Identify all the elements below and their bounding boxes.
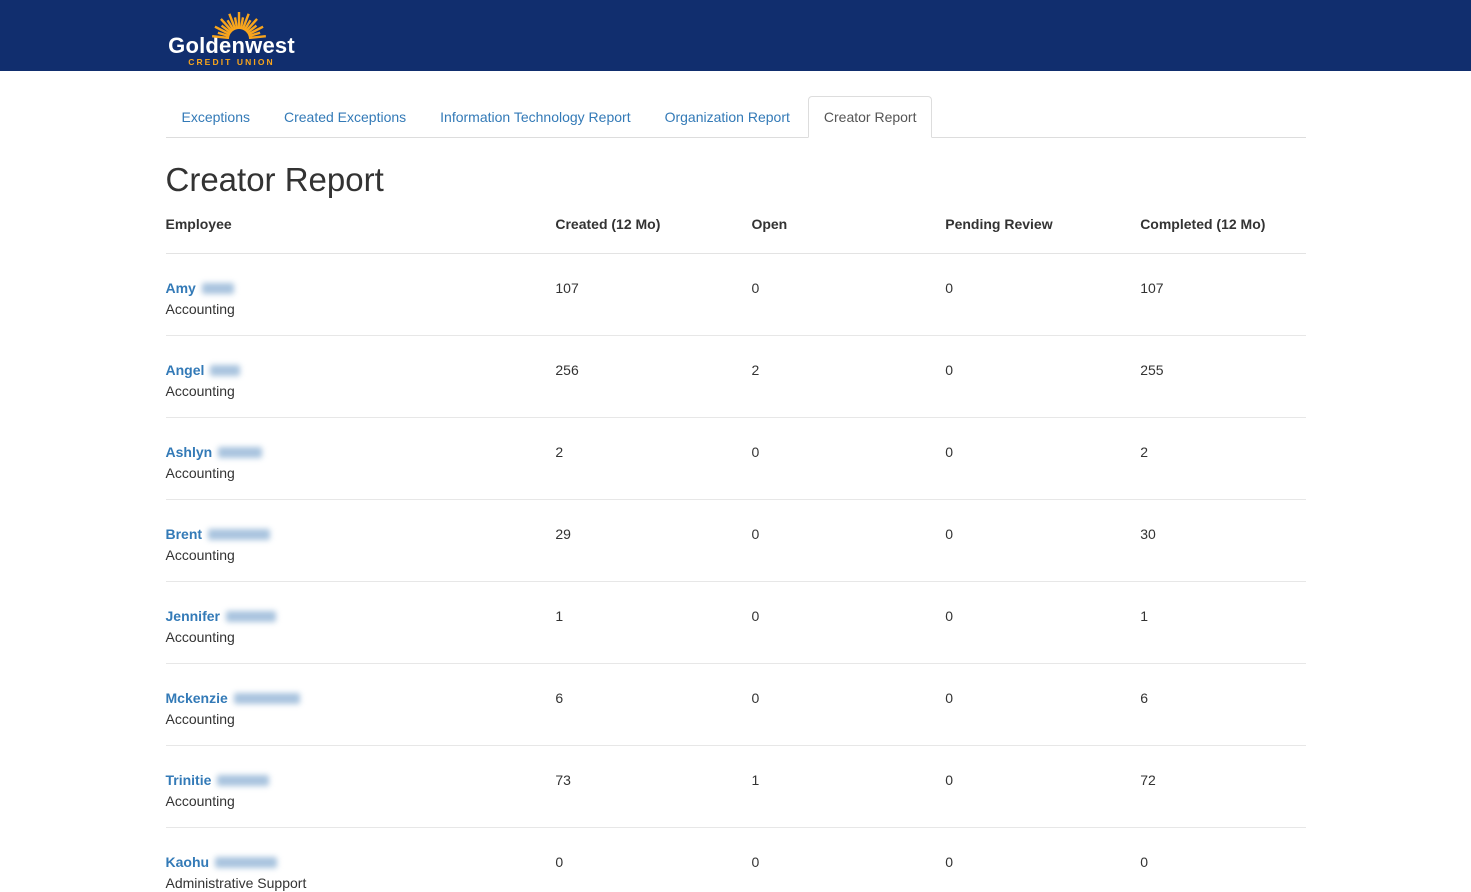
employee-department: Accounting bbox=[166, 793, 556, 810]
created-count: 0 bbox=[555, 828, 751, 892]
table-row: Angel Accounting 256 2 0 255 bbox=[166, 336, 1306, 418]
logo-tagline: CREDIT UNION bbox=[166, 57, 298, 68]
column-header-created: Created (12 Mo) bbox=[555, 208, 751, 254]
table-row: Amy Accounting 107 0 0 107 bbox=[166, 254, 1306, 336]
employee-name-link[interactable]: Brent bbox=[166, 526, 203, 542]
completed-count: 107 bbox=[1140, 254, 1305, 336]
column-header-employee: Employee bbox=[166, 208, 556, 254]
employee-name-link[interactable]: Angel bbox=[166, 362, 205, 378]
employee-department: Accounting bbox=[166, 629, 556, 646]
employee-name-line: Angel bbox=[166, 362, 556, 379]
creator-report-table: Employee Created (12 Mo) Open Pending Re… bbox=[166, 208, 1306, 892]
report-tabs: Exceptions Created Exceptions Informatio… bbox=[166, 96, 1306, 138]
completed-count: 30 bbox=[1140, 500, 1305, 582]
employee-name-link[interactable]: Ashlyn bbox=[166, 444, 213, 460]
pending-review-count: 0 bbox=[945, 746, 1140, 828]
employee-name-link[interactable]: Amy bbox=[166, 280, 196, 296]
pending-review-count: 0 bbox=[945, 664, 1140, 746]
column-header-open: Open bbox=[751, 208, 945, 254]
employee-name-line: Mckenzie bbox=[166, 690, 556, 707]
table-row: Trinitie Accounting 73 1 0 72 bbox=[166, 746, 1306, 828]
redacted-last-name bbox=[202, 283, 234, 294]
pending-review-count: 0 bbox=[945, 336, 1140, 418]
redacted-last-name bbox=[218, 447, 262, 458]
employee-department: Accounting bbox=[166, 547, 556, 564]
redacted-last-name bbox=[208, 529, 270, 540]
table-row: Kaohu Administrative Support 0 0 0 0 bbox=[166, 828, 1306, 892]
goldenwest-logo: Goldenwest CREDIT UNION bbox=[166, 4, 298, 68]
open-count: 0 bbox=[751, 500, 945, 582]
employee-department: Administrative Support bbox=[166, 875, 556, 892]
table-row: Brent Accounting 29 0 0 30 bbox=[166, 500, 1306, 582]
employee-name-link[interactable]: Trinitie bbox=[166, 772, 212, 788]
open-count: 0 bbox=[751, 254, 945, 336]
open-count: 2 bbox=[751, 336, 945, 418]
table-row: Jennifer Accounting 1 0 0 1 bbox=[166, 582, 1306, 664]
open-count: 0 bbox=[751, 582, 945, 664]
employee-department: Accounting bbox=[166, 383, 556, 400]
open-count: 0 bbox=[751, 828, 945, 892]
tab-information-technology-report[interactable]: Information Technology Report bbox=[424, 96, 646, 138]
employee-department: Accounting bbox=[166, 465, 556, 482]
employee-name-line: Kaohu bbox=[166, 854, 556, 871]
completed-count: 255 bbox=[1140, 336, 1305, 418]
completed-count: 2 bbox=[1140, 418, 1305, 500]
table-row: Ashlyn Accounting 2 0 0 2 bbox=[166, 418, 1306, 500]
employee-department: Accounting bbox=[166, 301, 556, 318]
completed-count: 0 bbox=[1140, 828, 1305, 892]
tab-organization-report[interactable]: Organization Report bbox=[649, 96, 806, 138]
employee-name-line: Ashlyn bbox=[166, 444, 556, 461]
sunburst-icon bbox=[206, 7, 272, 39]
tab-created-exceptions[interactable]: Created Exceptions bbox=[268, 96, 422, 138]
employee-name-link[interactable]: Kaohu bbox=[166, 854, 210, 870]
redacted-last-name bbox=[217, 775, 269, 786]
app-header: Goldenwest CREDIT UNION bbox=[0, 0, 1471, 71]
completed-count: 1 bbox=[1140, 582, 1305, 664]
tab-creator-report[interactable]: Creator Report bbox=[808, 96, 933, 138]
page-viewport: Goldenwest CREDIT UNION Exceptions Creat… bbox=[0, 0, 1471, 892]
column-header-pending-review: Pending Review bbox=[945, 208, 1140, 254]
completed-count: 72 bbox=[1140, 746, 1305, 828]
tab-exceptions[interactable]: Exceptions bbox=[166, 96, 266, 138]
employee-name-link[interactable]: Mckenzie bbox=[166, 690, 228, 706]
table-header-row: Employee Created (12 Mo) Open Pending Re… bbox=[166, 208, 1306, 254]
open-count: 0 bbox=[751, 664, 945, 746]
completed-count: 6 bbox=[1140, 664, 1305, 746]
employee-name-line: Jennifer bbox=[166, 608, 556, 625]
created-count: 29 bbox=[555, 500, 751, 582]
employee-name-line: Brent bbox=[166, 526, 556, 543]
column-header-completed: Completed (12 Mo) bbox=[1140, 208, 1305, 254]
redacted-last-name bbox=[215, 857, 277, 868]
pending-review-count: 0 bbox=[945, 418, 1140, 500]
created-count: 1 bbox=[555, 582, 751, 664]
pending-review-count: 0 bbox=[945, 582, 1140, 664]
redacted-last-name bbox=[210, 365, 240, 376]
page-title: Creator Report bbox=[166, 162, 1306, 198]
employee-department: Accounting bbox=[166, 711, 556, 728]
redacted-last-name bbox=[226, 611, 276, 622]
pending-review-count: 0 bbox=[945, 828, 1140, 892]
open-count: 0 bbox=[751, 418, 945, 500]
main-content: Exceptions Created Exceptions Informatio… bbox=[166, 96, 1306, 892]
employee-name-line: Amy bbox=[166, 280, 556, 297]
pending-review-count: 0 bbox=[945, 500, 1140, 582]
created-count: 6 bbox=[555, 664, 751, 746]
employee-name-link[interactable]: Jennifer bbox=[166, 608, 220, 624]
pending-review-count: 0 bbox=[945, 254, 1140, 336]
created-count: 73 bbox=[555, 746, 751, 828]
created-count: 2 bbox=[555, 418, 751, 500]
employee-name-line: Trinitie bbox=[166, 772, 556, 789]
table-row: Mckenzie Accounting 6 0 0 6 bbox=[166, 664, 1306, 746]
created-count: 107 bbox=[555, 254, 751, 336]
created-count: 256 bbox=[555, 336, 751, 418]
redacted-last-name bbox=[234, 693, 300, 704]
open-count: 1 bbox=[751, 746, 945, 828]
